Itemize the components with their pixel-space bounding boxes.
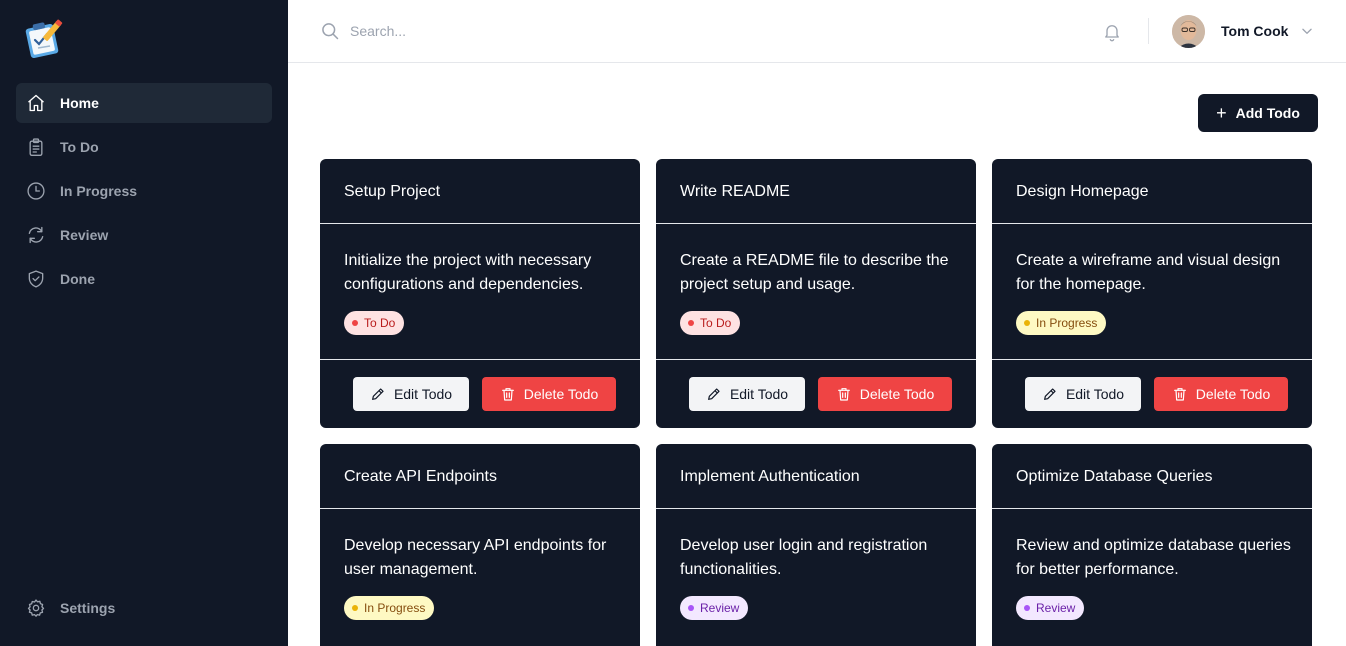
card-description: Initialize the project with necessary co… — [344, 252, 592, 293]
sidebar-item-todo[interactable]: To Do — [16, 127, 272, 167]
sidebar-item-in-progress[interactable]: In Progress — [16, 171, 272, 211]
delete-todo-button[interactable]: Delete Todo — [482, 377, 616, 411]
card-description: Create a wireframe and visual design for… — [1016, 252, 1281, 293]
card-divider — [656, 359, 976, 360]
todo-card: Create API Endpoints Develop necessary A… — [320, 444, 640, 646]
status-badge: In Progress — [1016, 311, 1107, 335]
sidebar-item-home[interactable]: Home — [16, 83, 272, 123]
status-badge: In Progress — [344, 596, 435, 620]
card-divider — [656, 223, 976, 224]
edit-label: Edit Todo — [729, 386, 789, 402]
todo-card: Optimize Database Queries Review and opt… — [992, 444, 1312, 646]
todo-card: Design Homepage Create a wireframe and v… — [992, 159, 1312, 428]
search-input[interactable] — [350, 18, 950, 44]
sidebar: Home To Do In Progress Review Done Setti… — [0, 0, 288, 646]
card-title: Setup Project — [344, 183, 441, 200]
status-label: To Do — [364, 316, 396, 330]
edit-todo-button[interactable]: Edit Todo — [689, 377, 805, 411]
edit-todo-button[interactable]: Edit Todo — [353, 377, 469, 411]
status-dot-icon — [352, 605, 358, 611]
card-description: Develop necessary API endpoints for user… — [344, 537, 607, 578]
status-badge: To Do — [680, 311, 741, 335]
sidebar-item-settings[interactable]: Settings — [16, 588, 272, 628]
card-title: Design Homepage — [1016, 183, 1149, 200]
status-dot-icon — [1024, 605, 1030, 611]
card-title: Create API Endpoints — [344, 468, 497, 485]
card-divider — [992, 508, 1312, 509]
clock-icon — [26, 181, 46, 201]
card-description: Review and optimize database queries for… — [1016, 537, 1291, 578]
gear-icon — [26, 598, 46, 618]
edit-todo-button[interactable]: Edit Todo — [1025, 377, 1141, 411]
status-label: To Do — [700, 316, 732, 330]
sidebar-item-review[interactable]: Review — [16, 215, 272, 255]
status-label: Review — [1036, 601, 1076, 615]
status-badge: Review — [1016, 596, 1085, 620]
card-title: Optimize Database Queries — [1016, 468, 1213, 485]
edit-label: Edit Todo — [1065, 386, 1125, 402]
header-divider — [1148, 18, 1149, 44]
card-divider — [992, 223, 1312, 224]
home-icon — [26, 93, 46, 113]
edit-label: Edit Todo — [393, 386, 453, 402]
card-divider — [320, 223, 640, 224]
status-badge: Review — [680, 596, 749, 620]
settings-label: Settings — [60, 600, 116, 616]
shield-check-icon — [26, 269, 46, 289]
status-badge: To Do — [344, 311, 405, 335]
sidebar-item-label: Home — [60, 95, 99, 111]
avatar[interactable] — [1172, 15, 1205, 48]
app-logo-icon[interactable] — [22, 16, 68, 59]
sidebar-item-label: Done — [60, 271, 95, 287]
user-name[interactable]: Tom Cook — [1221, 23, 1288, 39]
status-label: In Progress — [364, 601, 426, 615]
card-divider — [992, 359, 1312, 360]
top-bar: Tom Cook — [288, 0, 1346, 63]
delete-label: Delete Todo — [523, 386, 599, 402]
bell-icon[interactable] — [1102, 21, 1122, 43]
card-description: Develop user login and registration func… — [680, 537, 928, 578]
trash-icon — [1172, 386, 1188, 402]
sidebar-item-label: To Do — [60, 139, 99, 155]
card-divider — [320, 508, 640, 509]
delete-label: Delete Todo — [1195, 386, 1271, 402]
plus-icon: + — [1216, 103, 1227, 123]
delete-label: Delete Todo — [859, 386, 935, 402]
card-description: Create a README file to describe the pro… — [680, 252, 949, 293]
status-dot-icon — [688, 605, 694, 611]
todo-card: Implement Authentication Develop user lo… — [656, 444, 976, 646]
pencil-icon — [706, 386, 722, 402]
status-label: In Progress — [1036, 316, 1098, 330]
chevron-down-icon[interactable] — [1300, 24, 1314, 38]
card-divider — [656, 508, 976, 509]
card-title: Implement Authentication — [680, 468, 860, 485]
sidebar-item-done[interactable]: Done — [16, 259, 272, 299]
trash-icon — [500, 386, 516, 402]
status-dot-icon — [1024, 320, 1030, 326]
card-title: Write README — [680, 183, 790, 200]
card-divider — [320, 359, 640, 360]
trash-icon — [836, 386, 852, 402]
delete-todo-button[interactable]: Delete Todo — [1154, 377, 1288, 411]
search-icon — [320, 21, 340, 41]
status-dot-icon — [352, 320, 358, 326]
delete-todo-button[interactable]: Delete Todo — [818, 377, 952, 411]
pencil-icon — [370, 386, 386, 402]
status-dot-icon — [688, 320, 694, 326]
pencil-icon — [1042, 386, 1058, 402]
todo-card: Write README Create a README file to des… — [656, 159, 976, 428]
add-todo-label: Add Todo — [1235, 105, 1300, 121]
status-label: Review — [700, 601, 740, 615]
refresh-icon — [26, 225, 46, 245]
clipboard-icon — [26, 137, 46, 157]
todo-card: Setup Project Initialize the project wit… — [320, 159, 640, 428]
sidebar-item-label: In Progress — [60, 183, 138, 199]
sidebar-item-label: Review — [60, 227, 109, 243]
add-todo-button[interactable]: + Add Todo — [1198, 94, 1318, 132]
